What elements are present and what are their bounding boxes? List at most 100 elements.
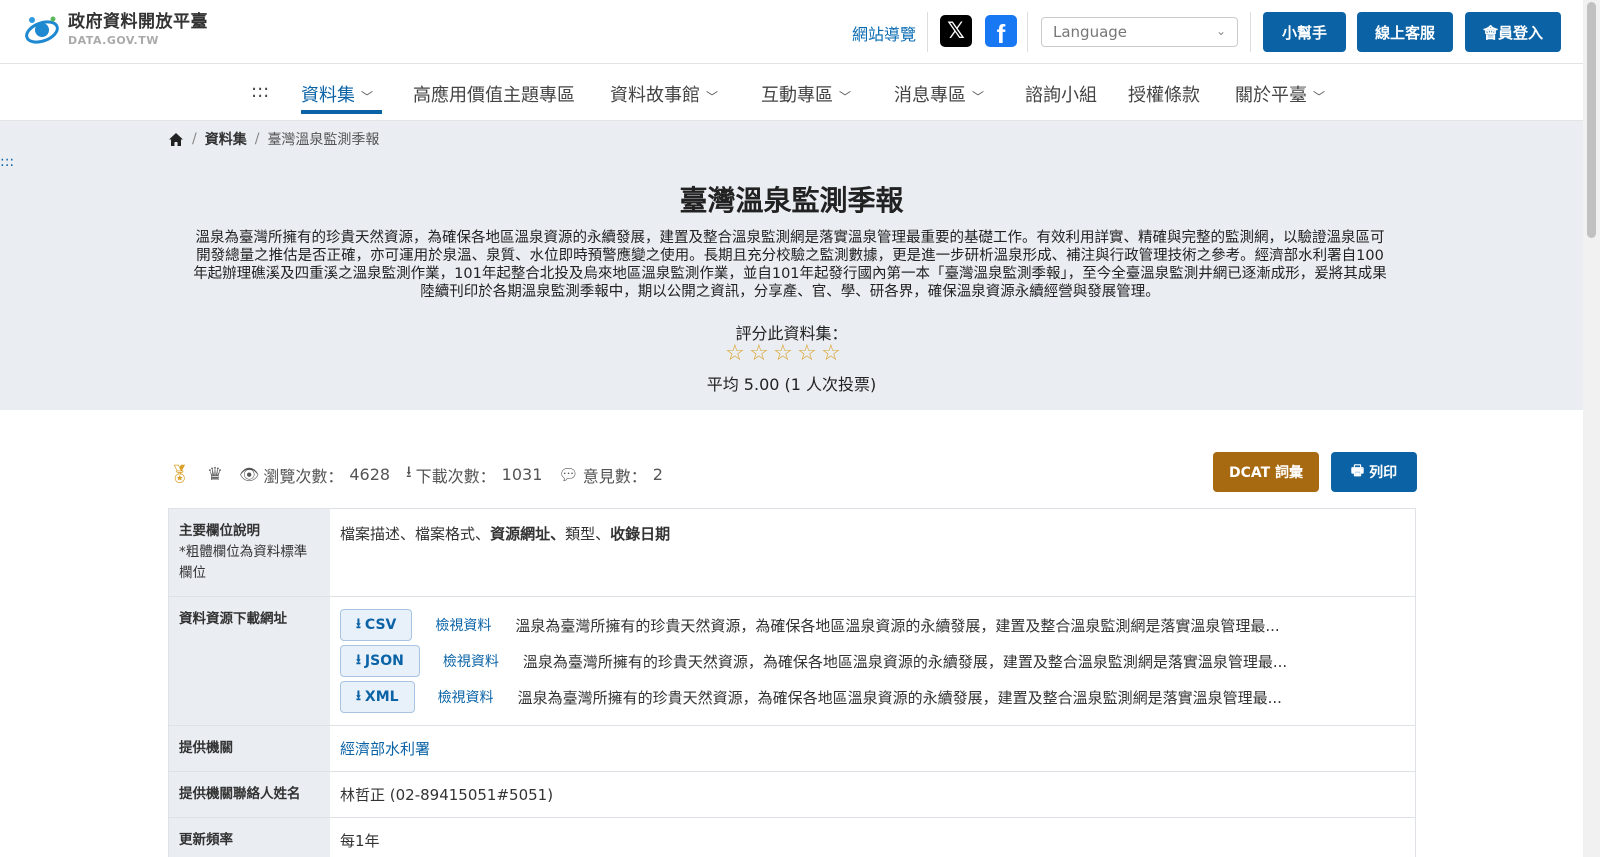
contact-header: 提供機關聯絡人姓名 <box>169 772 330 817</box>
language-select[interactable]: Language ⌄ <box>1041 17 1238 47</box>
field-name-standard: 資源網址 <box>490 525 551 543</box>
main-nav: ::: 資料集 ﹀ 高應用價值主題專區 資料故事館 ﹀ 互動專區 ﹀ 消息專區 ﹀ 諮詢… <box>0 64 1583 121</box>
print-label: 列印 <box>1369 465 1398 481</box>
resource-description: 溫泉為臺灣所擁有的珍貴天然資源，為確保各地區溫泉資源的永續發展，建置及整合溫泉監… <box>517 688 1282 707</box>
breadcrumb-separator: / <box>254 131 260 147</box>
resource-description: 溫泉為臺灣所擁有的珍貴天然資源，為確保各地區溫泉資源的永續發展，建置及整合溫泉監… <box>515 616 1280 635</box>
page-title: 臺灣溫泉監測季報 <box>679 184 904 217</box>
view-data-link[interactable]: 檢視資料 <box>435 615 491 635</box>
table-row: 提供機關 經濟部水利署 <box>169 726 1415 772</box>
agency-value: 經濟部水利署 <box>330 726 1415 771</box>
scrollbar-thumb[interactable] <box>1587 2 1596 238</box>
view-data-link[interactable]: 檢視資料 <box>443 651 499 671</box>
x-twitter-icon[interactable]: 𝕏 <box>940 15 972 47</box>
download-icon: ⭳ <box>356 616 361 632</box>
star-icon[interactable]: ☆ <box>773 343 797 365</box>
nav-item-stories[interactable]: 資料故事館 ﹀ <box>610 81 718 107</box>
field-separator: 、 <box>550 525 566 543</box>
nav-item-label: 授權條款 <box>1128 85 1200 106</box>
crown-icon: ♛ <box>206 464 223 485</box>
nav-item-interactive[interactable]: 互動專區 ﹀ <box>761 81 851 107</box>
row-header: 主要欄位說明 *粗體欄位為資料標準欄位 <box>169 509 330 596</box>
nav-accesskey[interactable]: ::: <box>251 81 269 102</box>
field-separator: 、 <box>400 525 416 543</box>
resource-item: ⭳ XML 檢視資料 溫泉為臺灣所擁有的珍貴天然資源，為確保各地區溫泉資源的永續發… <box>340 679 1405 715</box>
resource-description: 溫泉為臺灣所擁有的珍貴天然資源，為確保各地區溫泉資源的永續發展，建置及整合溫泉監… <box>522 652 1288 671</box>
download-icon: ⭳ <box>406 462 412 481</box>
agency-link[interactable]: 經濟部水利署 <box>340 740 430 758</box>
views-stat: 👁︎ 瀏覽次數： 4628 <box>239 463 390 487</box>
fields-note: *粗體欄位為資料標準欄位 <box>179 544 308 581</box>
resource-item: ⭳ JSON 檢視資料 溫泉為臺灣所擁有的珍貴天然資源，為確保各地區溫泉資源的永續… <box>340 643 1405 679</box>
nav-active-indicator <box>301 110 382 114</box>
nav-item-label: 關於平臺 <box>1235 85 1307 106</box>
nav-item-label: 高應用價值主題專區 <box>413 85 575 106</box>
contact-value: 林哲正 (02-89415051#5051) <box>340 786 554 804</box>
comments-count: 2 <box>652 465 663 484</box>
eye-icon: 👁︎ <box>239 465 260 484</box>
views-count: 4628 <box>349 465 391 484</box>
site-logo[interactable]: 政府資料開放平臺 DATA.GOV.TW <box>22 10 208 50</box>
dataset-stats: 🏅︎ ♛ 👁︎ 瀏覽次數： 4628 ⭳ 下載次數： 1031 💬︎ 意見數： … <box>168 461 679 488</box>
print-button[interactable]: 🖶 列印 <box>1331 452 1417 492</box>
view-data-link[interactable]: 檢視資料 <box>438 687 494 707</box>
field-name-standard: 收錄日期 <box>610 525 671 543</box>
table-row: 提供機關聯絡人姓名 林哲正 (02-89415051#5051) <box>169 772 1415 818</box>
rating-stars[interactable]: ☆ ☆ ☆ ☆ ☆ <box>725 343 845 365</box>
field-name: 檔案描述 <box>340 525 401 543</box>
format-label: XML <box>364 689 399 705</box>
field-separator: 、 <box>595 525 611 543</box>
content-accesskey[interactable]: ::: <box>0 154 14 170</box>
nav-item-label: 諮詢小組 <box>1025 85 1097 106</box>
divider <box>1027 12 1028 52</box>
download-json-button[interactable]: ⭳ JSON <box>340 645 420 677</box>
nav-item-news[interactable]: 消息專區 ﹀ <box>894 81 984 107</box>
star-icon[interactable]: ☆ <box>797 343 821 365</box>
star-icon[interactable]: ☆ <box>821 343 845 365</box>
comments-label: 意見數： <box>582 466 647 486</box>
comments-icon: 💬︎ <box>558 465 579 484</box>
breadcrumb-separator: / <box>192 131 197 147</box>
breadcrumb-datasets[interactable]: 資料集 <box>205 129 247 149</box>
agency-header: 提供機關 <box>169 726 330 771</box>
star-icon[interactable]: ☆ <box>749 343 773 365</box>
nav-item-about[interactable]: 關於平臺 ﹀ <box>1235 81 1325 107</box>
star-icon[interactable]: ☆ <box>725 343 749 365</box>
online-service-button[interactable]: 線上客服 <box>1357 12 1453 52</box>
chevron-down-icon: ⌄ <box>1215 24 1226 38</box>
nav-item-high-value[interactable]: 高應用價值主題專區 <box>413 81 575 107</box>
download-xml-button[interactable]: ⭳ XML <box>340 681 415 713</box>
site-header: 政府資料開放平臺 DATA.GOV.TW 網站導覽 𝕏 f Language ⌄… <box>0 0 1583 64</box>
chevron-down-icon: ﹀ <box>839 90 852 104</box>
dataset-hero: / 資料集 / 臺灣溫泉監測季報 ::: 臺灣溫泉監測季報 溫泉為臺灣所擁有的珍… <box>0 121 1583 410</box>
logo-title: 政府資料開放平臺 <box>68 12 208 32</box>
nav-item-label: 資料故事館 <box>610 85 700 106</box>
facebook-icon[interactable]: f <box>985 15 1017 49</box>
resource-list: ⭳ CSV 檢視資料 溫泉為臺灣所擁有的珍貴天然資源，為確保各地區溫泉資源的永續發… <box>330 597 1415 725</box>
resource-item: ⭳ CSV 檢視資料 溫泉為臺灣所擁有的珍貴天然資源，為確保各地區溫泉資源的永續發… <box>340 607 1405 643</box>
views-label: 瀏覽次數： <box>263 466 344 486</box>
chevron-down-icon: ﹀ <box>1313 90 1326 104</box>
download-header: 資料資源下載網址 <box>169 597 330 725</box>
comments-stat: 💬︎ 意見數： 2 <box>558 463 663 487</box>
format-label: CSV <box>364 617 397 633</box>
home-icon[interactable] <box>168 132 184 147</box>
helper-button[interactable]: 小幫手 <box>1263 12 1346 52</box>
chevron-down-icon: ﹀ <box>706 90 719 104</box>
nav-item-license[interactable]: 授權條款 <box>1128 81 1200 107</box>
breadcrumb: / 資料集 / 臺灣溫泉監測季報 <box>168 129 379 149</box>
table-row: 資料資源下載網址 ⭳ CSV 檢視資料 溫泉為臺灣所擁有的珍貴天然資源，為確保各地… <box>169 597 1415 726</box>
fields-value: 檔案描述、檔案格式、資源網址、類型、收錄日期 <box>330 509 1415 596</box>
member-login-button[interactable]: 會員登入 <box>1465 12 1561 52</box>
nav-item-datasets[interactable]: 資料集 ﹀ <box>301 81 373 107</box>
downloads-label: 下載次數： <box>415 466 496 486</box>
sitemap-link[interactable]: 網站導覽 <box>852 21 916 45</box>
download-icon: ⭳ <box>356 652 361 668</box>
download-csv-button[interactable]: ⭳ CSV <box>340 609 413 641</box>
logo-icon <box>25 16 59 44</box>
nav-item-advisory[interactable]: 諮詢小組 <box>1025 81 1097 107</box>
chevron-down-icon: ﹀ <box>361 90 374 104</box>
printer-icon: 🖶 <box>1350 463 1365 479</box>
nav-item-label: 互動專區 <box>761 85 833 106</box>
dcat-button[interactable]: DCAT 詞彙 <box>1213 452 1319 492</box>
